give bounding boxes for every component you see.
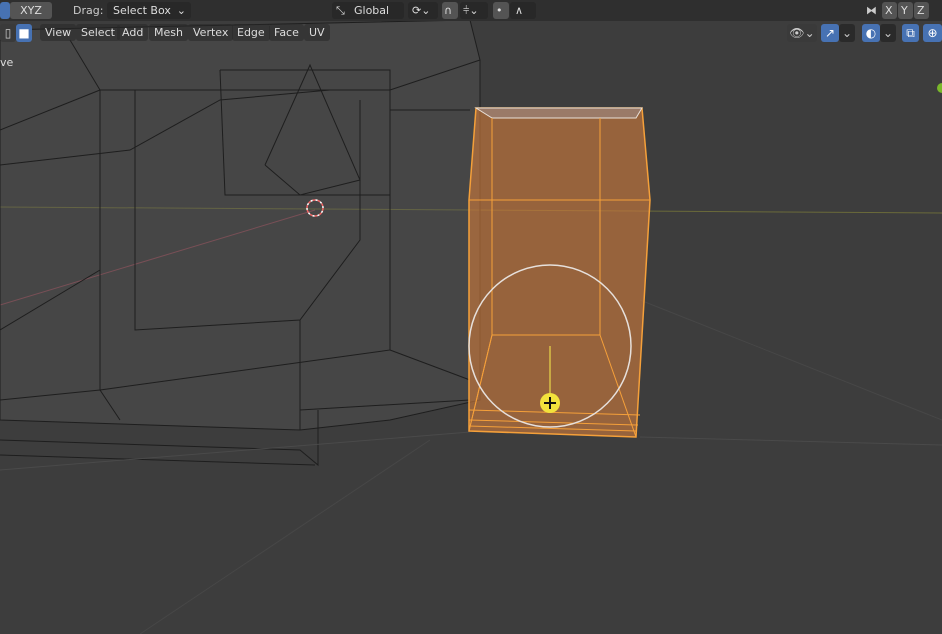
- overlays-chevron-down-icon[interactable]: ⌄: [880, 24, 896, 42]
- menu-edge[interactable]: Edge: [232, 24, 270, 41]
- drag-value: Select Box: [113, 4, 171, 17]
- chevron-down-icon: ⌄: [176, 4, 186, 17]
- mirror-icon: ⧓: [866, 4, 877, 17]
- xray-icon[interactable]: ⧉: [902, 24, 919, 42]
- orientation-select[interactable]: ⤡ Global: [332, 2, 404, 19]
- transform-orientation-icon: ⤡: [336, 4, 345, 17]
- falloff-icon[interactable]: ∧: [510, 2, 536, 19]
- 3d-viewport[interactable]: [0, 0, 942, 634]
- tool-header: XYZ Drag: Select Box ⌄ ⤡ Global ⟳⌄ ∩ ⫩⌄ • …: [0, 0, 942, 21]
- overlays-icon[interactable]: ◐: [862, 24, 880, 42]
- snap-target-button[interactable]: ⫩⌄: [460, 2, 488, 19]
- gizmo-chevron-down-icon[interactable]: ⌄: [839, 24, 855, 42]
- wireframe-shading-icon[interactable]: ⊕: [923, 24, 942, 42]
- select-mode-set-icon[interactable]: ■: [16, 24, 32, 42]
- orientation-value: Global: [354, 4, 390, 17]
- menu-face[interactable]: Face: [269, 24, 304, 41]
- snap-icon[interactable]: ∩: [442, 2, 458, 19]
- menu-uv[interactable]: UV: [304, 24, 330, 41]
- navigation-gizmo-dot[interactable]: [937, 83, 942, 93]
- mirror-z-button[interactable]: Z: [914, 2, 929, 19]
- menu-view[interactable]: View: [40, 24, 77, 41]
- proportional-edit-icon[interactable]: •: [493, 2, 509, 19]
- menu-add[interactable]: Add: [117, 24, 149, 41]
- drag-select[interactable]: Select Box ⌄: [107, 2, 191, 19]
- gray-mesh-wireframe: [0, 19, 481, 467]
- gizmo-icon[interactable]: ↗: [821, 24, 839, 42]
- gizmo-plus-icon[interactable]: [540, 393, 560, 413]
- mode-text: ve: [0, 56, 14, 69]
- menu-mesh[interactable]: Mesh: [149, 24, 188, 41]
- menu-vertex[interactable]: Vertex: [188, 24, 234, 41]
- axis-toggle[interactable]: [0, 2, 10, 19]
- select-mode-extend-icon[interactable]: ▯: [0, 24, 16, 42]
- mirror-y-button[interactable]: Y: [898, 2, 913, 19]
- menu-select[interactable]: Select: [76, 24, 120, 41]
- axis-button[interactable]: XYZ: [10, 2, 52, 19]
- drag-label: Drag:: [73, 4, 104, 17]
- visibility-eye-icon[interactable]: 👁⌄: [787, 24, 817, 42]
- selected-object[interactable]: [468, 107, 651, 438]
- pivot-point-button[interactable]: ⟳⌄: [408, 2, 438, 19]
- mirror-x-button[interactable]: X: [882, 2, 897, 19]
